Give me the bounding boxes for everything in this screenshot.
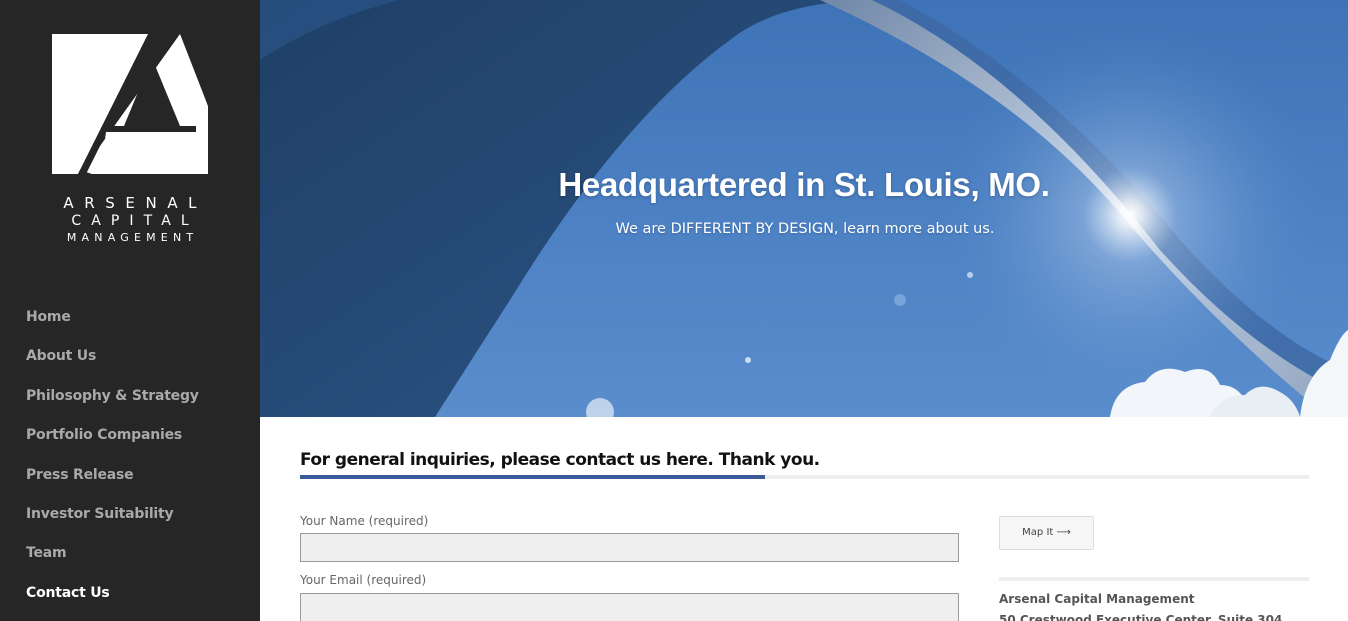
logo-wordmark-line-2: CAPITAL	[71, 213, 199, 229]
gateway-arch-image	[260, 0, 1348, 417]
email-field[interactable]	[300, 593, 959, 621]
address-street: 50 Crestwood Executive Center, Suite 304	[999, 613, 1283, 621]
sidebar: ARSENAL CAPITAL MANAGEMENT Home About Us…	[0, 0, 260, 621]
arsenal-a-logo-icon	[52, 34, 208, 174]
nav-item-investor-suitability[interactable]: Investor Suitability	[26, 502, 246, 541]
nav-item-home[interactable]: Home	[26, 305, 246, 344]
hero-banner: Headquartered in St. Louis, MO. We are D…	[260, 0, 1348, 417]
logo-wordmark-line-1: ARSENAL	[63, 194, 208, 212]
nav-item-press-release[interactable]: Press Release	[26, 463, 246, 502]
map-it-button[interactable]: Map It ⟶	[999, 516, 1094, 550]
logo-wordmark-line-3: MANAGEMENT	[66, 231, 199, 244]
nav-item-philosophy-strategy[interactable]: Philosophy & Strategy	[26, 384, 246, 423]
nav-item-portfolio-companies[interactable]: Portfolio Companies	[26, 423, 246, 462]
contact-section: For general inquiries, please contact us…	[300, 417, 1310, 621]
name-field[interactable]	[300, 533, 959, 562]
title-divider-accent	[300, 475, 765, 479]
hero-subtitle[interactable]: We are DIFFERENT BY DESIGN, learn more a…	[260, 221, 1348, 237]
page-title: For general inquiries, please contact us…	[300, 450, 820, 470]
main-nav: Home About Us Philosophy & Strategy Port…	[26, 305, 246, 620]
nav-item-team[interactable]: Team	[26, 541, 246, 580]
site-logo[interactable]: ARSENAL CAPITAL MANAGEMENT	[50, 32, 210, 246]
nav-item-about-us[interactable]: About Us	[26, 344, 246, 383]
hero-title: Headquartered in St. Louis, MO.	[558, 166, 1050, 203]
nav-item-contact-us[interactable]: Contact Us	[26, 581, 246, 620]
sidebar-divider	[999, 577, 1309, 581]
address-company-name: Arsenal Capital Management	[999, 592, 1195, 606]
email-field-label: Your Email (required)	[300, 573, 427, 587]
name-field-label: Your Name (required)	[300, 514, 429, 528]
